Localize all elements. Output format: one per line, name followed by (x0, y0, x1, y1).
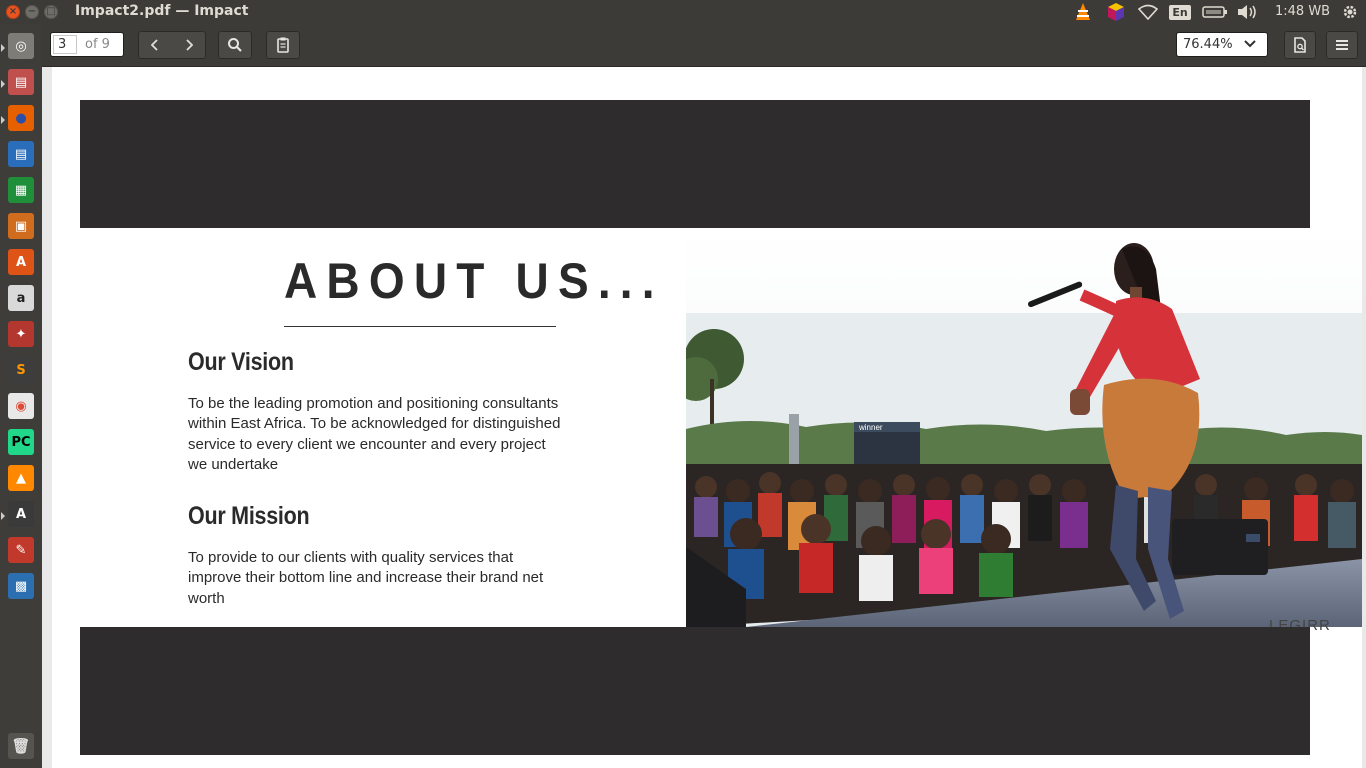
running-indicator (1, 512, 5, 520)
launcher-image-viewer[interactable]: ▩ (5, 570, 37, 602)
launcher-firefox[interactable]: ● (1, 102, 37, 134)
chrome-icon: ◉ (8, 393, 34, 419)
chevron-left-icon (150, 39, 158, 51)
pycharm-icon: PC (8, 429, 34, 455)
battery-icon[interactable] (1202, 2, 1228, 22)
running-indicator (1, 116, 5, 124)
search-button[interactable] (218, 31, 252, 59)
annotations-button[interactable] (266, 31, 300, 59)
launcher-libreoffice-impress[interactable]: ▣ (5, 210, 37, 242)
sublime-text-icon: S (8, 357, 34, 383)
photo-sign-text: winner (858, 423, 883, 432)
dash-home-icon: ◎ (8, 33, 34, 59)
chevron-right-icon (186, 39, 194, 51)
image-viewer-icon: ▩ (8, 573, 34, 599)
software-center-icon: A (8, 249, 34, 275)
launcher-dash-home[interactable]: ◎ (1, 30, 37, 62)
vlc-tray-icon[interactable] (1074, 2, 1092, 22)
clock[interactable]: 1:48 WB (1275, 4, 1330, 19)
launcher-amazon[interactable]: a (5, 282, 37, 314)
launcher-system-settings[interactable]: ✦ (5, 318, 37, 350)
document-properties-button[interactable] (1284, 31, 1316, 59)
page-number-input[interactable]: 3 (53, 35, 77, 54)
close-icon: × (8, 6, 18, 17)
page-selector: 3 of 9 (50, 32, 124, 57)
amazon-icon: a (8, 285, 34, 311)
keyboard-language-indicator[interactable]: En (1169, 2, 1191, 22)
top-panel: × − □ Impact2.pdf — Impact En 1:48 WB (0, 0, 1366, 24)
launcher-chrome[interactable]: ◉ (5, 390, 37, 422)
launcher-updater[interactable]: A (1, 498, 37, 530)
concert-photo: winner (686, 229, 1362, 627)
vlc-icon: ▲ (8, 465, 34, 491)
libreoffice-calc-icon: ▦ (8, 177, 34, 203)
clipboard-icon (277, 37, 289, 53)
mission-paragraph: To provide to our clients with quality s… (188, 549, 544, 607)
zoom-value: 76.44% (1183, 37, 1233, 52)
viewer-toolbar: 3 of 9 76.44% (42, 24, 1366, 67)
vision-heading: Our Vision (188, 348, 294, 376)
launcher-libreoffice-writer[interactable]: ▤ (5, 138, 37, 170)
libreoffice-impress-icon: ▣ (8, 213, 34, 239)
heading-divider (284, 326, 556, 327)
previous-page-button[interactable] (138, 31, 172, 59)
updater-icon: A (8, 501, 34, 527)
hamburger-menu-icon (1336, 40, 1348, 50)
chevron-down-icon (1244, 40, 1256, 48)
document-icon (1294, 37, 1306, 53)
launcher-document-viewer[interactable]: ✎ (5, 534, 37, 566)
vision-paragraph: To be the leading promotion and position… (188, 395, 561, 473)
document-viewer-icon: ✎ (8, 537, 34, 563)
trash-icon: 🗑 (8, 733, 34, 759)
about-us-heading: ABOUT US... (284, 253, 664, 309)
page-total-label: of 9 (85, 37, 110, 52)
page-navigation (138, 31, 206, 59)
wifi-icon[interactable] (1138, 2, 1158, 22)
language-label: En (1169, 4, 1191, 20)
window-title: Impact2.pdf — Impact (75, 3, 249, 19)
maximize-icon: □ (46, 6, 56, 17)
cube-tray-icon[interactable] (1106, 2, 1126, 22)
maximize-window-button[interactable]: □ (44, 5, 58, 19)
mission-heading: Our Mission (188, 502, 310, 530)
files-icon: ▤ (8, 69, 34, 95)
zoom-selector[interactable]: 76.44% (1176, 32, 1268, 57)
volume-icon[interactable] (1236, 2, 1258, 22)
libreoffice-writer-icon: ▤ (8, 141, 34, 167)
system-settings-icon: ✦ (8, 321, 34, 347)
launcher-vlc[interactable]: ▲ (5, 462, 37, 494)
minimize-window-button[interactable]: − (25, 5, 39, 19)
running-indicator (1, 44, 5, 52)
search-icon (228, 38, 242, 52)
menu-button[interactable] (1326, 31, 1358, 59)
launcher-libreoffice-calc[interactable]: ▦ (5, 174, 37, 206)
running-indicator (1, 80, 5, 88)
minimize-icon: − (27, 6, 37, 17)
firefox-icon: ● (8, 105, 34, 131)
launcher-pycharm[interactable]: PC (5, 426, 37, 458)
pdf-page: ABOUT US... Our Vision To be the leading… (52, 67, 1362, 768)
system-menu-gear-icon[interactable] (1340, 2, 1360, 22)
launcher-software-center[interactable]: A (5, 246, 37, 278)
close-window-button[interactable]: × (6, 5, 20, 19)
header-band (80, 100, 1310, 228)
launcher-files[interactable]: ▤ (1, 66, 37, 98)
document-view[interactable]: ABOUT US... Our Vision To be the leading… (42, 67, 1366, 768)
launcher-trash[interactable]: 🗑 (5, 730, 37, 762)
launcher-sublime-text[interactable]: S (5, 354, 37, 386)
unity-launcher: ◎ ▤ ● ▤ ▦ ▣ Aa ✦ S ◉ PC ▲ A ✎ ▩ 🗑 (0, 24, 43, 768)
next-page-button[interactable] (172, 31, 206, 59)
footer-band (80, 627, 1310, 755)
